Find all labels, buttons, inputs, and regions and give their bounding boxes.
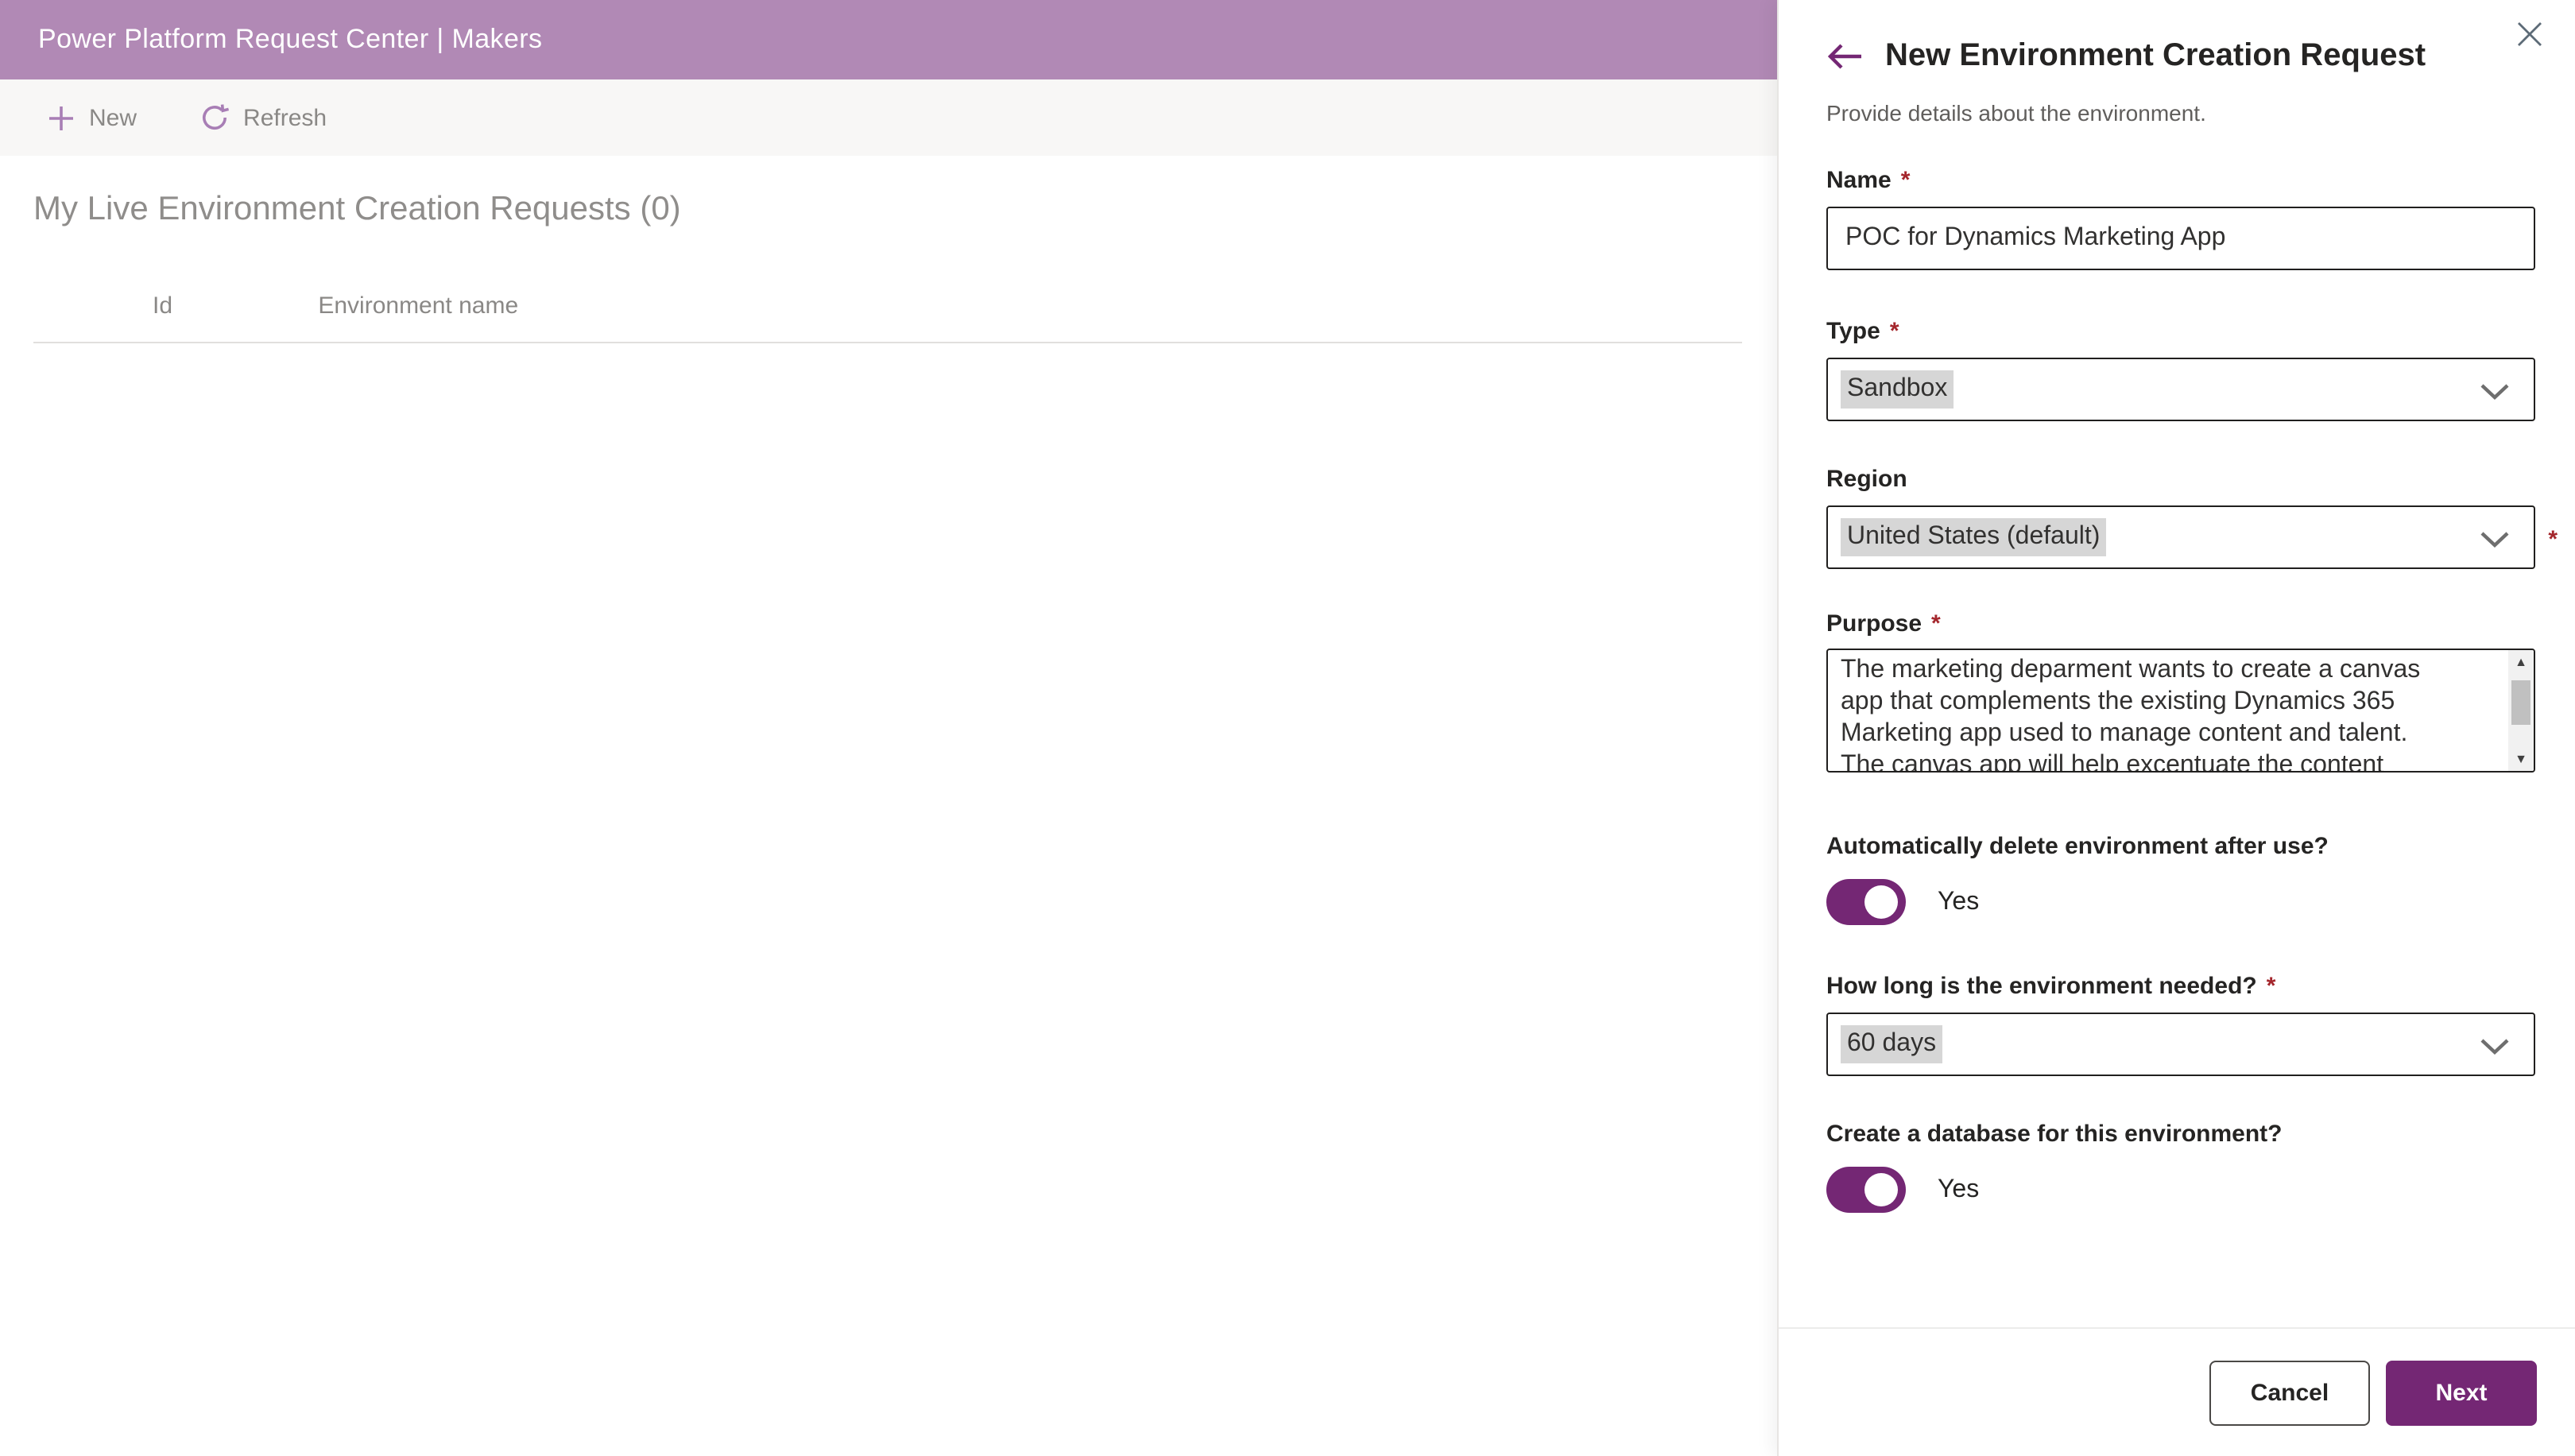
chevron-down-icon [2480, 531, 2510, 548]
required-marker: * [1890, 318, 1899, 345]
next-button[interactable]: Next [2386, 1360, 2537, 1425]
panel-header: New Environment Creation Request [1826, 0, 2537, 75]
scroll-up-button[interactable]: ▲ [2508, 650, 2534, 674]
main-region: Power Platform Request Center | Makers N… [0, 0, 1777, 1456]
required-marker: * [2267, 973, 2276, 1000]
name-input[interactable] [1826, 207, 2535, 270]
table-header-divider [33, 342, 1742, 343]
purpose-scrollbar[interactable]: ▲ ▼ [2508, 650, 2534, 771]
type-selected-value: Sandbox [1841, 370, 1954, 409]
cancel-button[interactable]: Cancel [2209, 1360, 2370, 1425]
new-button[interactable]: New [48, 104, 137, 131]
auto-delete-state: Yes [1938, 888, 1979, 916]
toggle-knob [1864, 885, 1898, 919]
main-content: My Live Environment Creation Requests (0… [0, 191, 1777, 343]
arrow-left-icon [1826, 43, 1863, 70]
app-header-bar: Power Platform Request Center | Makers [0, 0, 1777, 79]
create-db-toggle[interactable] [1826, 1167, 1906, 1213]
app-window: Power Platform Request Center | Makers N… [0, 0, 2575, 1456]
name-label: Name* [1826, 167, 2537, 194]
refresh-button-label: Refresh [243, 104, 327, 131]
required-marker: * [1901, 167, 1911, 194]
panel-subtitle: Provide details about the environment. [1826, 100, 2537, 126]
close-icon [2516, 21, 2543, 48]
back-button[interactable] [1826, 43, 1863, 70]
region-label: Region [1826, 466, 2537, 493]
duration-select[interactable]: 60 days [1826, 1013, 2535, 1076]
scrollbar-thumb[interactable] [2511, 680, 2530, 725]
auto-delete-label: Automatically delete environment after u… [1826, 833, 2537, 860]
column-header-id: Id [153, 292, 312, 319]
duration-label: How long is the environment needed?* [1826, 973, 2537, 1000]
toggle-knob [1864, 1173, 1898, 1206]
type-label: Type* [1826, 318, 2537, 345]
region-selected-value: United States (default) [1841, 518, 2106, 556]
panel-footer: Cancel Next [1779, 1327, 2575, 1456]
page-title: My Live Environment Creation Requests (0… [33, 191, 1777, 229]
chevron-down-icon [2480, 1038, 2510, 1055]
auto-delete-toggle[interactable] [1826, 879, 1906, 925]
new-button-label: New [89, 104, 137, 131]
duration-selected-value: 60 days [1841, 1025, 1942, 1063]
refresh-button[interactable]: Refresh [200, 103, 327, 132]
plus-icon [48, 104, 75, 131]
scroll-down-button[interactable]: ▼ [2508, 747, 2534, 771]
table-header-row: Id Environment name [33, 292, 1777, 319]
region-select[interactable]: United States (default) [1826, 505, 2535, 569]
purpose-textarea[interactable]: The marketing deparment wants to create … [1826, 649, 2535, 773]
create-db-state: Yes [1938, 1175, 1979, 1204]
purpose-text: The marketing deparment wants to create … [1828, 650, 2534, 773]
new-request-panel: New Environment Creation Request Provide… [1777, 0, 2575, 1456]
required-marker: * [2548, 526, 2558, 553]
refresh-icon [200, 103, 229, 132]
purpose-label: Purpose* [1826, 610, 2537, 637]
required-marker: * [1931, 610, 1941, 637]
column-header-environment-name: Environment name [318, 292, 518, 319]
app-title: Power Platform Request Center | Makers [38, 24, 542, 56]
command-bar: New Refresh [0, 79, 1777, 156]
chevron-down-icon [2480, 383, 2510, 401]
close-button[interactable] [2516, 21, 2543, 56]
panel-title: New Environment Creation Request [1885, 38, 2426, 75]
create-db-label: Create a database for this environment? [1826, 1121, 2537, 1148]
type-select[interactable]: Sandbox [1826, 358, 2535, 421]
